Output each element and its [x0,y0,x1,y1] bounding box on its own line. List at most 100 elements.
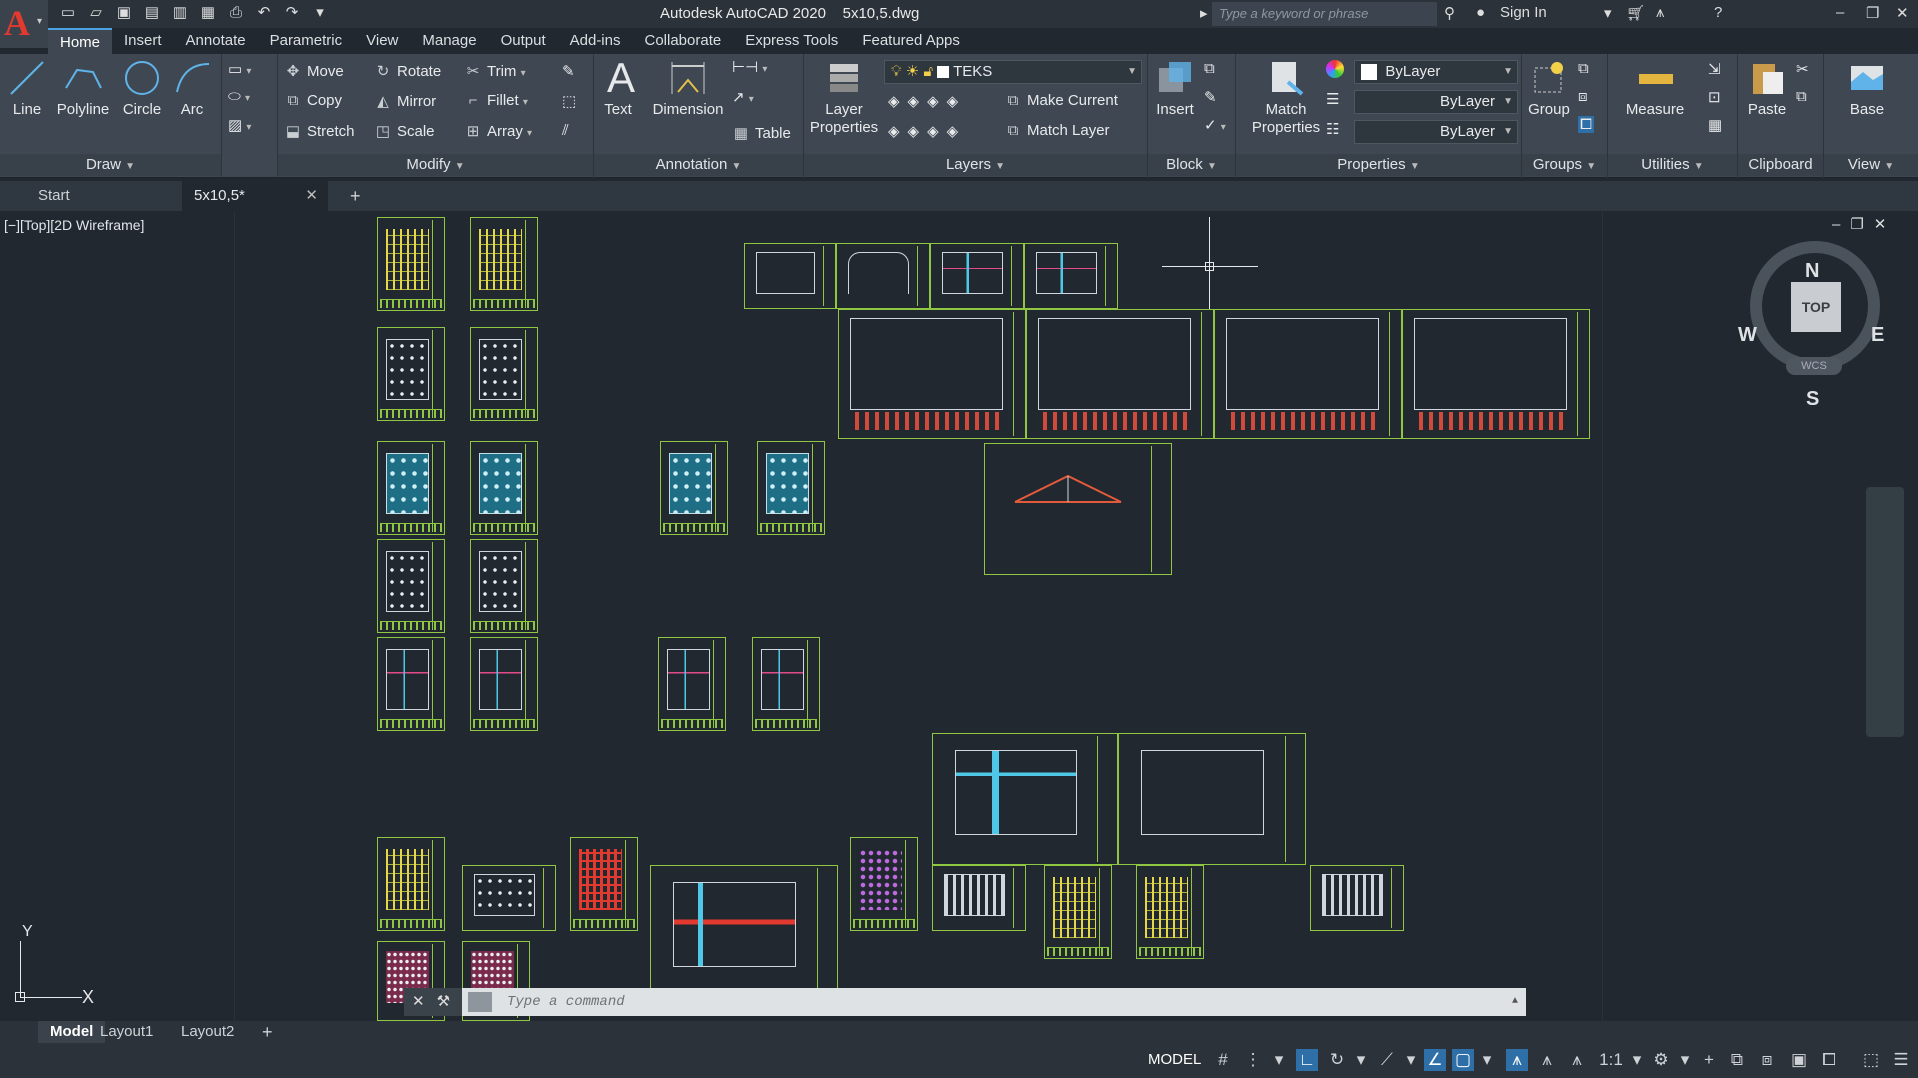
drawing-sheet[interactable] [984,443,1172,575]
sign-in-dropdown-icon[interactable]: ▾ [1604,4,1612,22]
undo-icon[interactable]: ↶ [254,4,274,22]
drawing-sheet[interactable] [658,637,726,731]
application-menu-button[interactable]: A ▾ [0,0,48,48]
utilities-panel-title[interactable]: Utilities ▼ [1608,154,1737,176]
units-icon[interactable]: ⧉ [1726,1049,1748,1071]
cart-icon[interactable]: 🛒︎ [1626,4,1645,22]
drawing-sheet[interactable] [757,441,825,535]
tab-output[interactable]: Output [489,28,558,54]
fillet-button[interactable]: ⌐ Fillet ▾ [464,92,528,109]
cut-icon[interactable]: ✂ [1796,60,1809,78]
drawing-sheet[interactable] [470,327,538,421]
copy-button[interactable]: ⧉ Copy [284,92,342,109]
table-button[interactable]: ▦ Table [732,124,791,142]
match-layer-button[interactable]: ⧉ Match Layer [1004,122,1110,139]
save-icon[interactable]: ▣ [114,4,134,22]
object-snap-tracking-icon[interactable]: ∠ [1424,1049,1446,1071]
expand-search-icon[interactable]: ▸ [1200,4,1208,22]
copy-clip-icon[interactable]: ⧉ [1796,88,1807,105]
insert-button[interactable]: Insert [1152,58,1198,119]
view-panel-title[interactable]: View ▼ [1824,154,1918,176]
drawing-sheet[interactable] [377,837,445,931]
new-tab-button[interactable]: + [342,181,361,211]
layers-panel-title[interactable]: Layers ▼ [804,154,1147,176]
tab-annotate[interactable]: Annotate [174,28,258,54]
snap-icon[interactable]: ⋮ [1242,1049,1264,1071]
tab-layout1[interactable]: Layout1 [100,1021,153,1043]
object-snap-dropdown-icon[interactable]: ▾ [1476,1049,1498,1071]
workspace-dropdown-icon[interactable]: ▾ [1674,1049,1696,1071]
tab-express-tools[interactable]: Express Tools [733,28,850,54]
drawing-sheet[interactable] [1310,865,1404,931]
add-layout-button[interactable]: + [262,1021,273,1043]
help-icon[interactable]: ? [1714,4,1722,21]
rectangle-icon[interactable]: ▭ ▾ [228,60,251,78]
block-panel-title[interactable]: Block ▼ [1148,154,1235,176]
open-icon[interactable]: ▱ [86,4,106,22]
customization-menu-icon[interactable]: ☰ [1890,1049,1912,1071]
drawing-sheet[interactable] [570,837,638,931]
isolate-objects-icon[interactable]: ⧠ [1818,1049,1840,1071]
tab-collaborate[interactable]: Collaborate [632,28,733,54]
a360-icon[interactable]: ⩚ [1656,4,1664,21]
plot-icon[interactable]: ⎙ [226,4,246,22]
redo-icon[interactable]: ↷ [282,4,302,22]
web-save-icon[interactable]: ▦ [198,4,218,22]
drawing-sheet[interactable] [836,243,930,309]
wcs-menu[interactable]: WCS [1786,357,1842,375]
rotate-button[interactable]: ↻ Rotate [374,62,442,80]
close-tab-icon[interactable]: ✕ [305,181,318,211]
move-button[interactable]: ✥ Move [284,62,344,80]
trim-button[interactable]: ✂ Trim ▾ [464,62,526,80]
color-dropdown[interactable]: ByLayer ▼ [1354,60,1518,84]
snap-dropdown-icon[interactable]: ▾ [1268,1049,1290,1071]
group-button[interactable]: Group [1524,58,1574,119]
properties-panel-title[interactable]: Properties ▼ [1236,154,1521,176]
minimize-icon[interactable]: – [1836,4,1844,21]
tab-view[interactable]: View [354,28,410,54]
binoculars-icon[interactable]: ⚲ [1444,4,1455,22]
clean-screen-icon[interactable]: ⬚ [1860,1049,1882,1071]
stretch-button[interactable]: ⬓ Stretch [284,122,355,140]
quick-properties-icon[interactable]: ⧈ [1756,1049,1778,1071]
drawing-sheet[interactable] [1024,243,1118,309]
edit-block-icon[interactable]: ✎ [1204,88,1217,106]
tab-model[interactable]: Model [38,1021,106,1043]
drawing-sheet[interactable] [932,865,1026,931]
make-current-button[interactable]: ⧉ Make Current [1004,92,1118,109]
new-icon[interactable]: ▭ [58,4,78,22]
customize-qat-icon[interactable]: ▾ [310,4,330,22]
id-point-icon[interactable]: ⊡ [1708,88,1721,106]
compass-east[interactable]: E [1871,324,1884,347]
auto-scale-icon[interactable]: ⩚ [1536,1049,1558,1071]
drawing-sheet[interactable] [470,441,538,535]
drawing-sheet[interactable] [1044,865,1112,959]
viewport-controls[interactable]: [−][Top][2D Wireframe] [4,217,144,233]
polar-icon[interactable]: ↻ [1326,1049,1348,1071]
layer-properties-button[interactable]: Layer Properties [808,58,880,137]
chevron-up-icon[interactable]: ▲ [1512,988,1518,1016]
layer-tools-row-2[interactable]: ◈◈◈◈ [888,122,966,140]
drawing-sheet[interactable] [744,243,836,309]
lineweight-dropdown[interactable]: ByLayer ▼ [1354,90,1518,114]
command-line-buttons[interactable]: ✕⚒ [404,988,462,1016]
polyline-button[interactable]: Polyline [52,58,114,119]
ortho-icon[interactable]: ∟ [1296,1049,1318,1071]
leader-icon[interactable]: ↗ ▾ [732,88,754,106]
close-icon[interactable]: ✕ [1896,4,1909,22]
annotation-panel-title[interactable]: Annotation ▼ [594,154,803,176]
drawing-sheet[interactable] [1214,309,1402,439]
group-selection-icon[interactable]: ⧠ [1578,116,1595,133]
search-input[interactable]: Type a keyword or phrase [1212,2,1437,26]
drawing-sheet[interactable] [377,637,445,731]
tab-start[interactable]: Start [0,181,182,211]
drawing-sheet[interactable] [932,733,1118,865]
text-button[interactable]: A Text [600,57,636,119]
drawing-sheet[interactable] [850,837,918,931]
navigation-bar[interactable] [1866,487,1904,737]
restore-icon[interactable]: ❐ [1866,4,1879,22]
explode-icon[interactable]: ⬚ [562,92,576,110]
drawing-sheet[interactable] [377,441,445,535]
isodraft-dropdown-icon[interactable]: ▾ [1400,1049,1422,1071]
calculator-icon[interactable]: ▦ [1708,116,1722,134]
